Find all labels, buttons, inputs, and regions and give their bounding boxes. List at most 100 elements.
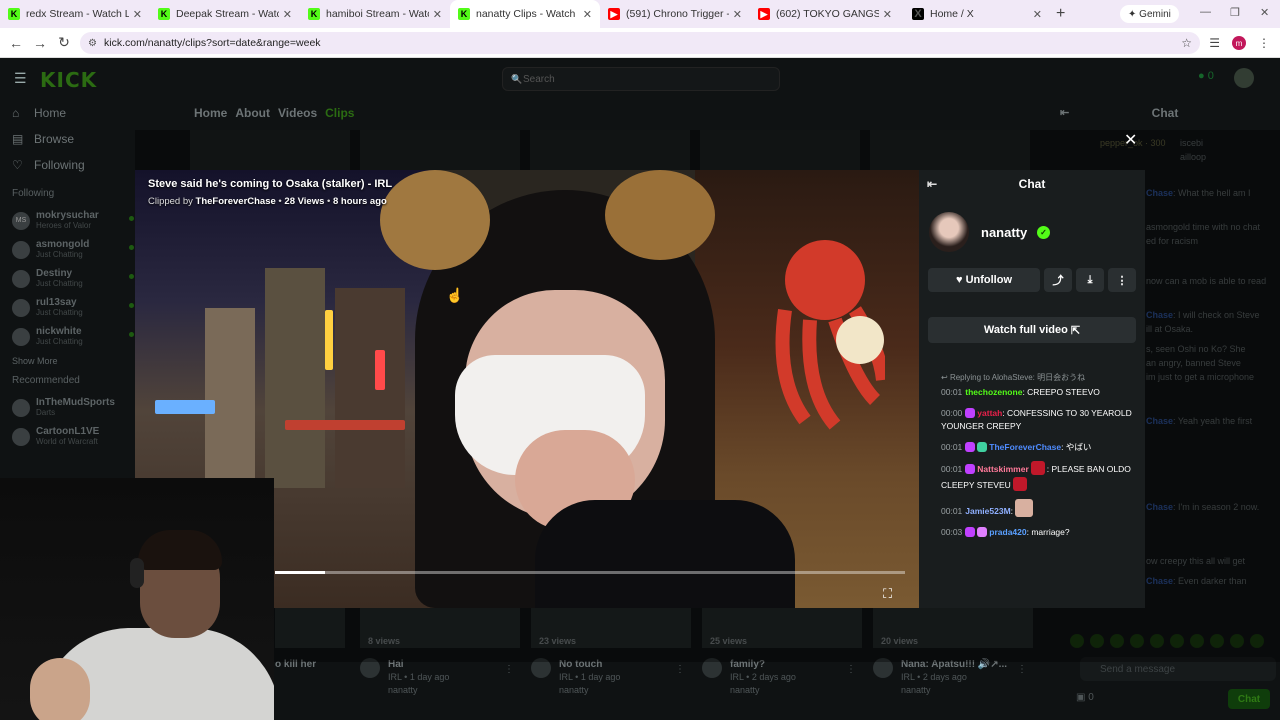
browser-menu-icon[interactable]: ⋮	[1258, 36, 1270, 50]
send-chat-button[interactable]: Chat	[1228, 689, 1270, 709]
browser-tab[interactable]: ▶ (591) Chrono Trigger - Wind ✕	[600, 0, 750, 28]
unfollow-button[interactable]: ♥ Unfollow	[928, 268, 1040, 292]
search-input[interactable]: 🔍 Search	[502, 67, 780, 91]
clipper-name[interactable]: TheForeverChase	[196, 196, 276, 207]
show-more-link[interactable]: Show More	[0, 351, 135, 371]
collapse-chat-icon[interactable]: ⇤	[1060, 106, 1069, 119]
channel-avatar[interactable]	[929, 212, 969, 252]
message-user[interactable]: prada420	[989, 527, 1026, 537]
following-channel[interactable]: Destiny Just Chatting	[0, 264, 135, 293]
message-user[interactable]: yattah	[977, 408, 1002, 418]
browser-tab[interactable]: ▶ (602) TOKYO GANGSTERS CA ✕	[750, 0, 900, 28]
emote-icon[interactable]	[1070, 634, 1084, 648]
clip-options-icon[interactable]: ⋮	[846, 664, 856, 675]
browser-tab[interactable]: Kredx Stream - Watch Live on ✕	[0, 0, 150, 28]
chat-message: 00:01 TheForeverChase: やばい	[941, 441, 1141, 455]
chat-message-input[interactable]: Send a message	[1080, 657, 1276, 681]
close-tab-icon[interactable]: ✕	[883, 8, 892, 21]
following-channel[interactable]: nickwhite Just Chatting	[0, 322, 135, 351]
extensions-icon[interactable]: ☰	[1209, 36, 1220, 50]
following-channel[interactable]: MS mokrysuchar Heroes of Valor	[0, 206, 135, 235]
clip-card[interactable]: 23 views No touch IRL • 1 day ago nanatty …	[531, 608, 691, 695]
browser-tab[interactable]: K Deepak Stream - Watch Live ✕	[150, 0, 300, 28]
channel-name: Destiny	[36, 268, 73, 279]
clip-title: Hai	[388, 659, 404, 670]
emote-icon[interactable]	[1190, 634, 1204, 648]
back-icon[interactable]: ←	[4, 35, 28, 51]
emote-icon[interactable]	[1210, 634, 1224, 648]
browser-tab[interactable]: Khamiboi Stream - Watch Live ✕	[300, 0, 450, 28]
browser-tab[interactable]: X Home / X ✕	[900, 0, 1050, 28]
sidebar-item-following[interactable]: ♡ Following	[0, 152, 135, 178]
share-button[interactable]: ⤴	[1044, 268, 1072, 292]
clip-card[interactable]: 8 views Hai IRL • 1 day ago nanatty ⋮	[360, 608, 520, 695]
clip-card[interactable]: o kill her	[275, 608, 345, 670]
message-user[interactable]: Jamie523M	[965, 506, 1010, 516]
site-info-icon[interactable]: ⚙	[88, 38, 97, 49]
emote-icon[interactable]	[1230, 634, 1244, 648]
gifter-count: 300	[1150, 138, 1166, 148]
emote-icon[interactable]	[1250, 634, 1264, 648]
emote-icon[interactable]	[1110, 634, 1124, 648]
profile-avatar[interactable]: m	[1232, 36, 1246, 50]
tab-videos[interactable]: Videos	[278, 106, 317, 120]
message-user[interactable]: Nattskimmer	[977, 464, 1029, 474]
menu-icon[interactable]: ☰	[14, 70, 27, 87]
download-button[interactable]: ⤓	[1076, 268, 1104, 292]
clip-card[interactable]: 25 views family? IRL • 2 days ago nanatty …	[702, 608, 862, 695]
minimize-icon[interactable]: —	[1200, 6, 1211, 18]
sidebar-item-browse[interactable]: ▤ Browse	[0, 126, 135, 152]
browser-tab-active[interactable]: Knanatty Clips - Watch Live on ✕	[450, 0, 600, 28]
streamer-hair	[138, 530, 222, 570]
fullscreen-icon[interactable]: ⛶	[883, 586, 892, 602]
following-channel[interactable]: asmongold Just Chatting	[0, 235, 135, 264]
sidebar-item-home[interactable]: ⌂ Home	[0, 100, 135, 126]
following-channel[interactable]: rul13say Just Chatting	[0, 293, 135, 322]
user-avatar[interactable]	[1234, 68, 1254, 88]
recommended-channel[interactable]: CartoonL1VE World of Warcraft	[0, 422, 135, 451]
reply-context: ↩ Replying to AlohaSteve: 明日会おうね	[941, 372, 1141, 383]
points-counter[interactable]: ● 0	[1198, 70, 1214, 82]
more-options-button[interactable]: ⋮	[1108, 268, 1136, 292]
browse-icon: ▤	[12, 132, 24, 146]
channel-name[interactable]: nanatty	[981, 225, 1027, 240]
new-tab-button[interactable]: +	[1056, 5, 1065, 23]
video-progress-bar[interactable]	[275, 571, 905, 574]
close-tab-icon[interactable]: ✕	[1033, 8, 1042, 21]
reload-icon[interactable]: ↻	[52, 34, 76, 51]
gemini-button[interactable]: ✦ Gemini	[1120, 5, 1179, 23]
tab-home[interactable]: Home	[194, 106, 227, 120]
external-link-icon: ⇱	[1067, 324, 1081, 337]
emote-icon[interactable]	[1170, 634, 1184, 648]
collapse-panel-icon[interactable]: ⇤	[927, 177, 937, 191]
recommended-channel[interactable]: InTheMudSports Darts	[0, 393, 135, 422]
chat-message: ow creepy this all will get	[1146, 556, 1280, 567]
clip-author: nanatty	[388, 685, 418, 695]
close-tab-icon[interactable]: ✕	[433, 8, 442, 21]
message-user[interactable]: thechozenone	[965, 387, 1022, 397]
tab-about[interactable]: About	[235, 106, 270, 120]
close-tab-icon[interactable]: ✕	[133, 8, 142, 21]
emote-icon[interactable]	[1090, 634, 1104, 648]
bookmark-star-icon[interactable]: ☆	[1181, 36, 1192, 50]
close-tab-icon[interactable]: ✕	[283, 8, 292, 21]
tab-clips[interactable]: Clips	[325, 106, 354, 120]
watch-full-video-button[interactable]: Watch full video ⇱	[928, 317, 1136, 343]
clip-card[interactable]: 20 views Nana: Apatsu!!! 🔊↗... IRL • 2 da…	[873, 608, 1033, 695]
emote-icon[interactable]	[1130, 634, 1144, 648]
clip-options-icon[interactable]: ⋮	[504, 664, 514, 675]
window-close-icon[interactable]: ✕	[1260, 6, 1269, 19]
close-modal-icon[interactable]: ✕	[1124, 130, 1137, 150]
url-field[interactable]: ⚙ kick.com/nanatty/clips?sort=date&range…	[80, 32, 1200, 54]
message-user[interactable]: TheForeverChase	[989, 442, 1061, 452]
chat-header: ⇤ Chat	[1050, 100, 1280, 128]
close-tab-icon[interactable]: ✕	[733, 8, 742, 21]
close-tab-icon[interactable]: ✕	[583, 8, 592, 21]
clip-options-icon[interactable]: ⋮	[675, 664, 685, 675]
emote-icon[interactable]	[1150, 634, 1164, 648]
forward-icon[interactable]: →	[28, 35, 52, 51]
chat-points[interactable]: ▣ 0	[1076, 692, 1094, 703]
kick-logo[interactable]: KICK	[40, 68, 97, 92]
clip-options-icon[interactable]: ⋮	[1017, 664, 1027, 675]
maximize-icon[interactable]: ❐	[1230, 6, 1240, 19]
